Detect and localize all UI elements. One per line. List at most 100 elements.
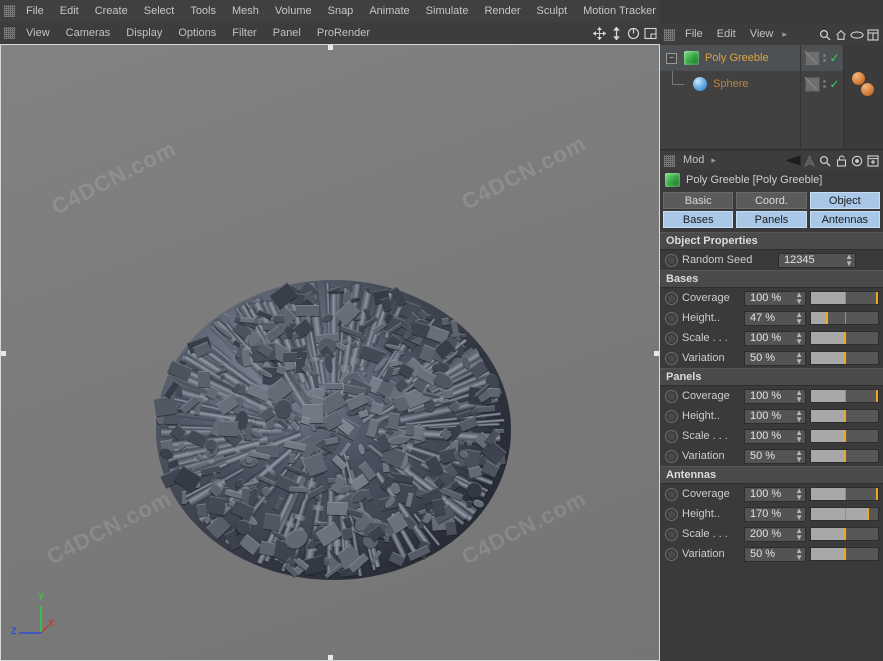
object-menu-edit[interactable]: Edit: [710, 24, 743, 45]
menu-motion-tracker[interactable]: Motion Tracker: [575, 0, 664, 22]
tag-icon[interactable]: [805, 50, 821, 66]
spinner-icon[interactable]: ▲ ▼: [792, 527, 803, 542]
spinner-icon[interactable]: ▲ ▼: [792, 291, 803, 306]
param-value-input[interactable]: 50 % ▲ ▼: [744, 546, 806, 562]
param-value-input[interactable]: 100 % ▲ ▼: [744, 330, 806, 346]
slider-handle[interactable]: [875, 292, 878, 304]
slider-handle[interactable]: [843, 430, 846, 442]
menu-edit[interactable]: Edit: [52, 0, 87, 22]
viewport-menu-prorender[interactable]: ProRender: [309, 22, 378, 44]
layout-icon[interactable]: [865, 26, 881, 43]
param-value-input[interactable]: 50 % ▲ ▼: [744, 448, 806, 464]
slider-handle[interactable]: [843, 352, 846, 364]
home-icon[interactable]: [833, 26, 849, 43]
object-row-poly-greeble[interactable]: − Poly Greeble: [660, 45, 800, 71]
param-animate-knob[interactable]: [665, 527, 678, 541]
object-menu-file[interactable]: File: [678, 24, 710, 45]
tab-coord[interactable]: Coord.: [736, 192, 807, 209]
eye-icon[interactable]: [849, 26, 865, 43]
search-icon[interactable]: [817, 26, 833, 43]
param-animate-knob[interactable]: [665, 409, 678, 423]
spinner-icon[interactable]: ▲ ▼: [792, 409, 803, 424]
param-slider[interactable]: [810, 389, 879, 403]
param-value-input[interactable]: 170 % ▲ ▼: [744, 506, 806, 522]
param-slider[interactable]: [810, 449, 879, 463]
slider-handle[interactable]: [875, 390, 878, 402]
object-row-sphere[interactable]: Sphere: [660, 71, 800, 97]
spinner-icon[interactable]: ▲ ▼: [792, 311, 803, 326]
param-slider[interactable]: [810, 311, 879, 325]
slider-handle[interactable]: [843, 332, 846, 344]
visibility-check-icon[interactable]: ✓: [829, 77, 839, 91]
param-value-input[interactable]: 100 % ▲ ▼: [744, 408, 806, 424]
param-animate-knob[interactable]: [665, 331, 678, 345]
viewport-3d[interactable]: C4DCN.com C4DCN.com C4DCN.com C4DCN.com …: [0, 44, 660, 661]
search-icon[interactable]: [817, 152, 833, 169]
spinner-icon[interactable]: ▲ ▼: [842, 253, 853, 268]
param-animate-knob[interactable]: [665, 351, 678, 365]
spinner-icon[interactable]: ▲ ▼: [792, 449, 803, 464]
param-animate-knob[interactable]: [665, 291, 678, 305]
param-animate-knob[interactable]: [665, 253, 678, 267]
rotate-icon[interactable]: [625, 25, 641, 42]
param-animate-knob[interactable]: [665, 449, 678, 463]
spinner-icon[interactable]: ▲ ▼: [792, 547, 803, 562]
menu-snap[interactable]: Snap: [320, 0, 362, 22]
param-value-input[interactable]: 12345 ▲ ▼: [778, 252, 856, 268]
object-manager-expand-arrow[interactable]: ▸: [780, 29, 793, 40]
param-slider[interactable]: [810, 527, 879, 541]
viewport-resize-handle-right[interactable]: [654, 351, 659, 356]
spinner-icon[interactable]: ▲ ▼: [792, 507, 803, 522]
expander-icon[interactable]: −: [666, 53, 677, 64]
lock-icon[interactable]: [833, 152, 849, 169]
layout-icon[interactable]: [865, 152, 881, 169]
mode-expand-arrow[interactable]: ▸: [709, 155, 722, 166]
tab-bases[interactable]: Bases: [663, 211, 734, 228]
target-icon[interactable]: [849, 152, 865, 169]
param-slider[interactable]: [810, 487, 879, 501]
param-slider[interactable]: [810, 409, 879, 423]
object-menu-view[interactable]: View: [743, 24, 781, 45]
viewport-menu-filter[interactable]: Filter: [224, 22, 264, 44]
param-slider[interactable]: [810, 331, 879, 345]
back-arrow-icon[interactable]: [785, 152, 801, 169]
slider-handle[interactable]: [843, 548, 846, 560]
object-manager-grip[interactable]: [664, 28, 675, 41]
param-slider[interactable]: [810, 507, 879, 521]
object-tag-row[interactable]: ✓: [801, 71, 844, 97]
param-animate-knob[interactable]: [665, 487, 678, 501]
menu-file[interactable]: File: [18, 0, 52, 22]
menu-sculpt[interactable]: Sculpt: [529, 0, 576, 22]
slider-handle[interactable]: [843, 410, 846, 422]
param-animate-knob[interactable]: [665, 311, 678, 325]
menu-create[interactable]: Create: [87, 0, 136, 22]
tag-icon[interactable]: [805, 76, 821, 92]
param-animate-knob[interactable]: [665, 547, 678, 561]
forward-arrow-icon[interactable]: [801, 152, 817, 169]
param-slider[interactable]: [810, 351, 879, 365]
param-value-input[interactable]: 100 % ▲ ▼: [744, 486, 806, 502]
visibility-check-icon[interactable]: ✓: [829, 51, 839, 65]
param-slider[interactable]: [810, 547, 879, 561]
param-value-input[interactable]: 50 % ▲ ▼: [744, 350, 806, 366]
param-value-input[interactable]: 200 % ▲ ▼: [744, 526, 806, 542]
mode-menu[interactable]: Mod: [678, 151, 709, 170]
render-view-icon[interactable]: [642, 25, 658, 42]
param-value-input[interactable]: 100 % ▲ ▼: [744, 428, 806, 444]
menubar-grip[interactable]: [4, 5, 15, 17]
slider-handle[interactable]: [843, 528, 846, 540]
viewport-menu-cameras[interactable]: Cameras: [58, 22, 119, 44]
object-manager[interactable]: − Poly Greeble Sphere ✓ ✓: [660, 45, 883, 150]
menu-tools[interactable]: Tools: [182, 0, 224, 22]
menu-mesh[interactable]: Mesh: [224, 0, 267, 22]
spinner-icon[interactable]: ▲ ▼: [792, 487, 803, 502]
object-tag-row[interactable]: ✓: [801, 45, 844, 71]
tab-antennas[interactable]: Antennas: [809, 211, 880, 228]
move-icon[interactable]: [591, 25, 607, 42]
menu-select[interactable]: Select: [136, 0, 183, 22]
viewport-resize-handle-top[interactable]: [328, 45, 333, 50]
param-animate-knob[interactable]: [665, 429, 678, 443]
param-slider[interactable]: [810, 291, 879, 305]
viewport-menu-options[interactable]: Options: [170, 22, 224, 44]
param-slider[interactable]: [810, 429, 879, 443]
